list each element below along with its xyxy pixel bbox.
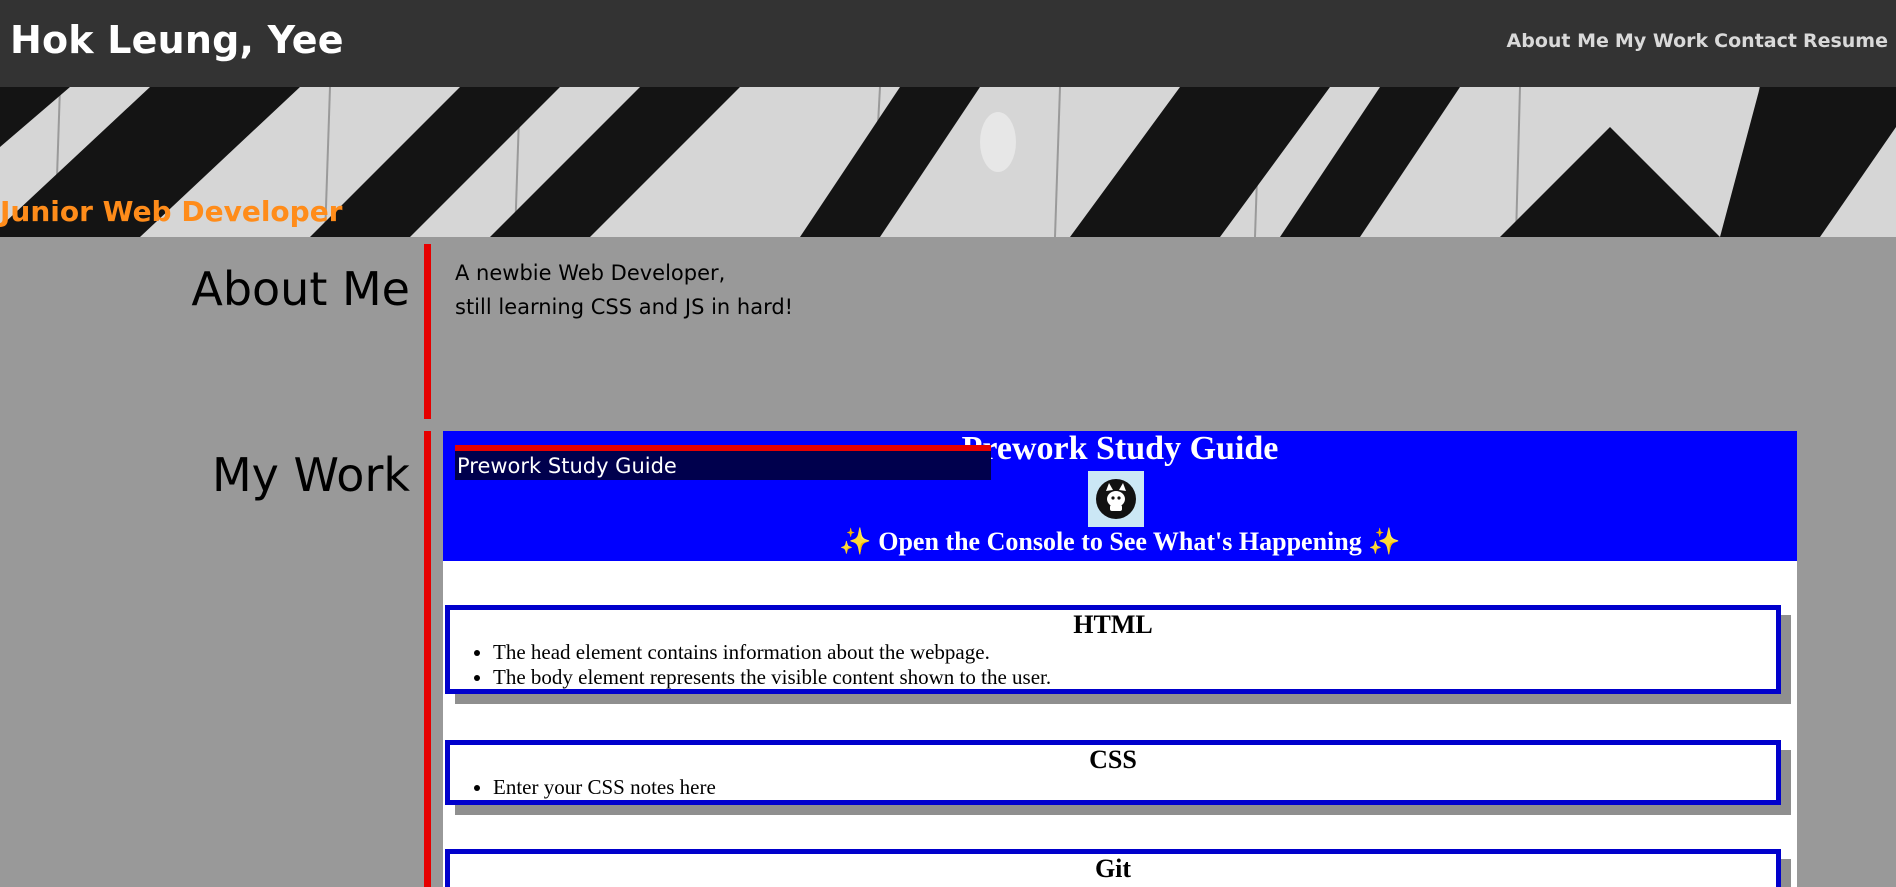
main-nav: About Me My Work Contact Resume xyxy=(1507,30,1888,52)
hero-tagline: Junior Web Developer xyxy=(0,195,343,228)
project-caption-text: Prework Study Guide xyxy=(457,454,677,478)
card-item: The body element represents the visible … xyxy=(493,665,1776,690)
project-caption[interactable]: Prework Study Guide xyxy=(455,445,991,480)
preview-subtitle: ✨ Open the Console to See What's Happeni… xyxy=(839,527,1401,556)
card-html: HTML The head element contains informati… xyxy=(445,605,1781,694)
project-preview[interactable]: Prework Study Guide ✨ Open the Console t… xyxy=(443,431,1797,887)
site-title: Hok Leung, Yee xyxy=(10,18,344,62)
about-text: A newbie Web Developer, still learning C… xyxy=(455,256,793,324)
about-line: still learning CSS and JS in hard! xyxy=(455,295,794,319)
card-item: The head element contains information ab… xyxy=(493,640,1776,665)
card-git: Git xyxy=(445,849,1781,887)
caption-accent-line xyxy=(455,445,991,451)
card-title: Git xyxy=(1094,854,1132,883)
hero-banner: Junior Web Developer xyxy=(0,87,1896,237)
about-divider xyxy=(424,244,431,419)
card-css: CSS Enter your CSS notes here xyxy=(445,740,1781,805)
about-line: A newbie Web Developer, xyxy=(455,261,726,285)
card-item: Enter your CSS notes here xyxy=(493,775,1776,800)
work-divider xyxy=(424,431,431,887)
nav-contact[interactable]: Contact xyxy=(1714,30,1797,52)
site-header: Hok Leung, Yee About Me My Work Contact … xyxy=(0,0,1896,87)
card-title: CSS xyxy=(1089,745,1137,774)
about-heading: About Me xyxy=(191,262,410,316)
work-heading: My Work xyxy=(211,448,410,502)
cat-icon xyxy=(1088,471,1144,527)
card-title: HTML xyxy=(1073,610,1153,639)
nav-my-work[interactable]: My Work xyxy=(1615,30,1708,52)
nav-resume[interactable]: Resume xyxy=(1803,30,1888,52)
nav-about-me[interactable]: About Me xyxy=(1507,30,1609,52)
